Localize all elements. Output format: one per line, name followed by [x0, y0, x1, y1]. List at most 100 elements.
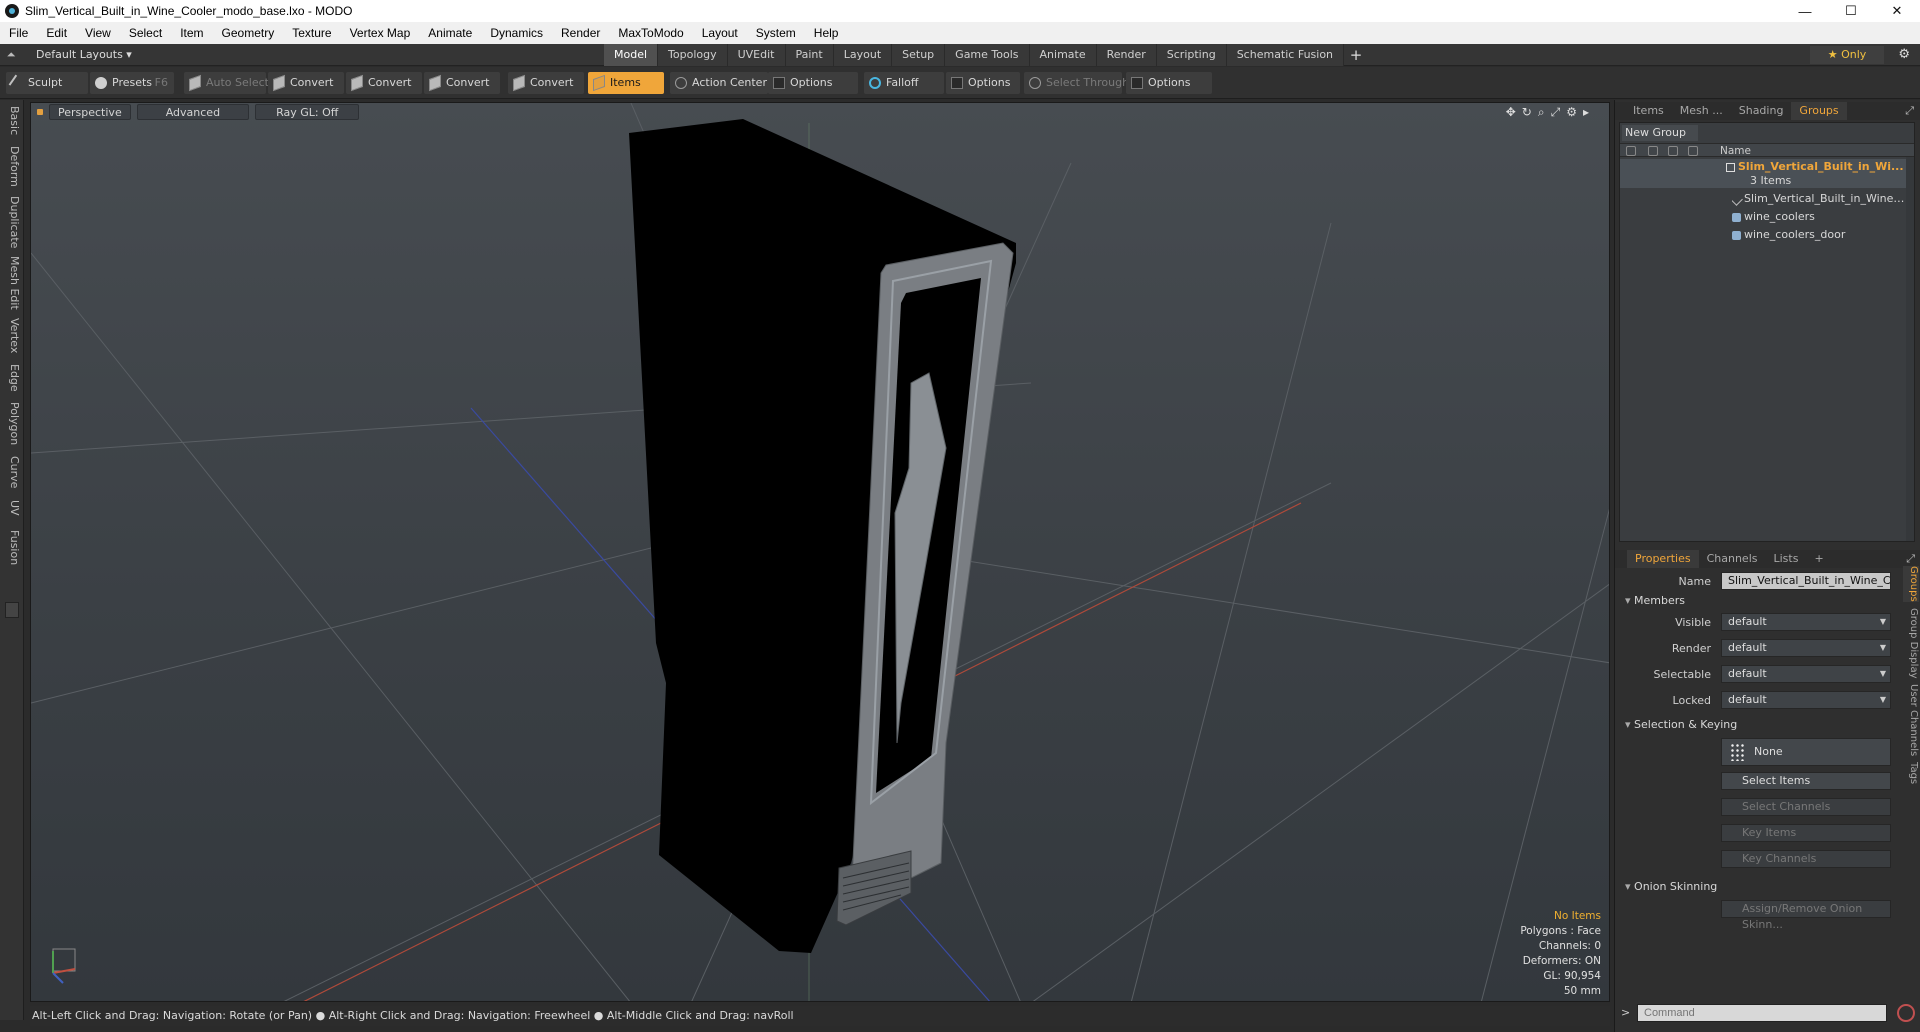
minimize-button[interactable]: — — [1782, 0, 1828, 22]
tab-schematic-fusion[interactable]: Schematic Fusion — [1226, 44, 1345, 66]
viewport-menu-icon[interactable] — [37, 109, 43, 115]
pan-icon[interactable]: ✥ — [1506, 105, 1516, 120]
items-mode-button[interactable]: Items — [588, 72, 664, 94]
name-field[interactable]: Slim_Vertical_Built_in_Wine_Coole — [1721, 572, 1891, 590]
add-tab-button[interactable]: + — [1344, 44, 1368, 66]
menu-maxtomodo[interactable]: MaxToModo — [609, 26, 692, 40]
tab-topology[interactable]: Topology — [658, 44, 728, 66]
menu-file[interactable]: File — [0, 26, 37, 40]
presets-button[interactable]: Presets F6 — [90, 72, 174, 94]
maximize-button[interactable]: ☐ — [1828, 0, 1874, 22]
locked-dropdown[interactable]: default — [1721, 691, 1891, 709]
render-dropdown[interactable]: default — [1721, 639, 1891, 657]
tab-vertex[interactable]: Vertex — [3, 318, 21, 353]
select-channels-button[interactable]: Select Channels — [1721, 798, 1891, 816]
tab-uv[interactable]: UV — [3, 500, 21, 516]
tab-paint[interactable]: Paint — [785, 44, 834, 66]
visible-dropdown[interactable]: default — [1721, 613, 1891, 631]
3d-viewport[interactable]: Perspective Advanced Ray GL: Off ✥ ↻ ⌕ ⤢… — [30, 102, 1610, 1002]
tab-items[interactable]: Items — [1625, 102, 1672, 120]
perspective-button[interactable]: Perspective — [49, 104, 131, 120]
selection-keying-section[interactable]: Selection & Keying — [1625, 718, 1737, 731]
tab-shading[interactable]: Shading — [1731, 102, 1792, 120]
tab-model[interactable]: Model — [604, 44, 659, 66]
selectable-dropdown[interactable]: default — [1721, 665, 1891, 683]
tab-polygon[interactable]: Polygon — [3, 402, 21, 445]
convert-materials-button[interactable]: Convert — [508, 72, 584, 94]
gear-icon[interactable]: ⚙ — [1898, 44, 1910, 66]
list-item[interactable]: wine_coolers_door — [1620, 227, 1914, 242]
menu-render[interactable]: Render — [552, 26, 609, 40]
key-channels-button[interactable]: Key Channels — [1721, 850, 1891, 868]
menu-vertex-map[interactable]: Vertex Map — [341, 26, 420, 40]
record-icon[interactable] — [1897, 1004, 1915, 1022]
tab-render[interactable]: Render — [1096, 44, 1157, 66]
select-items-button[interactable]: Select Items — [1721, 772, 1891, 790]
eye-icon[interactable] — [1626, 146, 1636, 156]
action-center-options-button[interactable]: Options — [768, 72, 858, 94]
members-section[interactable]: Members — [1625, 594, 1685, 607]
raygl-button[interactable]: Ray GL: Off — [255, 104, 360, 120]
tab-deform[interactable]: Deform — [3, 146, 21, 187]
tab-edge[interactable]: Edge — [3, 364, 21, 392]
rotate-icon[interactable]: ↻ — [1522, 105, 1532, 120]
menu-layout[interactable]: Layout — [693, 26, 747, 40]
tab-game-tools[interactable]: Game Tools — [945, 44, 1030, 66]
convert-edges-button[interactable]: Convert — [346, 72, 422, 94]
menu-item[interactable]: Item — [171, 26, 212, 40]
menu-edit[interactable]: Edit — [37, 26, 76, 40]
tab-properties[interactable]: Properties — [1627, 550, 1699, 568]
panel-expand-icon[interactable]: ⤢ — [1906, 552, 1915, 566]
tab-curve[interactable]: Curve — [3, 456, 21, 488]
tab-groups[interactable]: Groups — [1791, 102, 1847, 120]
strip-expand-button[interactable] — [5, 602, 19, 618]
tab-animate[interactable]: Animate — [1029, 44, 1097, 66]
sculpt-button[interactable]: Sculpt — [6, 72, 88, 94]
tab-channels[interactable]: Channels — [1699, 550, 1766, 568]
select-options-button[interactable]: Options — [1126, 72, 1212, 94]
tab-lists[interactable]: Lists — [1766, 550, 1807, 568]
layout-selector[interactable]: Default Layouts ▾ — [22, 48, 132, 61]
menu-dynamics[interactable]: Dynamics — [481, 26, 552, 40]
group-row[interactable]: Slim_Vertical_Built_in_Wi... — [1620, 159, 1914, 174]
convert-polygons-button[interactable]: Convert — [424, 72, 500, 94]
list-item[interactable]: wine_coolers — [1620, 209, 1914, 224]
side-tab-user-channels[interactable]: User Channels — [1903, 684, 1919, 756]
tab-setup[interactable]: Setup — [892, 44, 946, 66]
select-through-button[interactable]: Select Through — [1024, 72, 1129, 94]
viewport-expand-icon[interactable]: ▸ — [1583, 105, 1589, 120]
list-item[interactable]: Slim_Vertical_Built_in_Wine_... — [1620, 191, 1914, 206]
tab-mesh-edit[interactable]: Mesh Edit — [3, 256, 21, 310]
menu-select[interactable]: Select — [120, 26, 171, 40]
falloff-options-button[interactable]: Options — [946, 72, 1020, 94]
auto-select-button[interactable]: Auto Select — [184, 72, 269, 94]
menu-system[interactable]: System — [747, 26, 805, 40]
side-tab-groups[interactable]: Groups — [1903, 566, 1919, 602]
viewport-gear-icon[interactable]: ⚙ — [1566, 105, 1577, 120]
key-items-button[interactable]: Key Items — [1721, 824, 1891, 842]
layout-toggle-icon[interactable]: ⏶ — [0, 48, 22, 62]
menu-geometry[interactable]: Geometry — [213, 26, 284, 40]
onion-skinning-section[interactable]: Onion Skinning — [1625, 880, 1717, 893]
falloff-button[interactable]: Falloff — [864, 72, 944, 94]
side-tab-tags[interactable]: Tags — [1903, 762, 1919, 784]
tab-uvedit[interactable]: UVEdit — [727, 44, 786, 66]
convert-vertices-button[interactable]: Convert — [268, 72, 344, 94]
zoom-icon[interactable]: ⌕ — [1538, 105, 1545, 120]
menu-view[interactable]: View — [76, 26, 120, 40]
menu-animate[interactable]: Animate — [419, 26, 481, 40]
advanced-button[interactable]: Advanced — [136, 104, 250, 120]
menu-texture[interactable]: Texture — [283, 26, 340, 40]
assign-onion-skin-button[interactable]: Assign/Remove Onion Skinn... — [1721, 900, 1891, 931]
select-icon[interactable] — [1668, 146, 1678, 156]
only-toggle[interactable]: ★ Only — [1810, 46, 1884, 64]
none-button[interactable]: None — [1721, 738, 1891, 766]
groups-scrollbar[interactable] — [1906, 157, 1914, 541]
menu-help[interactable]: Help — [805, 26, 848, 40]
side-tab-group-display[interactable]: Group Display — [1903, 608, 1919, 678]
render-icon[interactable] — [1648, 146, 1658, 156]
add-properties-tab[interactable]: + — [1806, 550, 1831, 568]
tab-scripting[interactable]: Scripting — [1156, 44, 1227, 66]
lock-icon[interactable] — [1688, 146, 1698, 156]
action-center-button[interactable]: Action Center — [670, 72, 768, 94]
